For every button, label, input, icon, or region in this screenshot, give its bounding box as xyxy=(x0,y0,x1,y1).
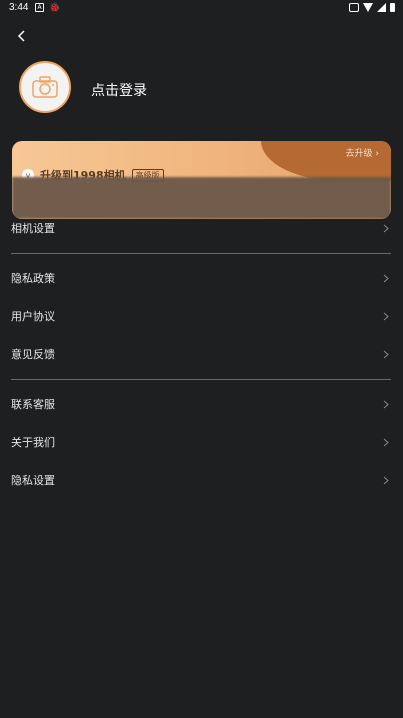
menu-label: 隐私设置 xyxy=(11,474,55,487)
menu-item-about-us[interactable]: 关于我们 xyxy=(0,423,403,461)
chevron-left-icon xyxy=(17,30,25,42)
upgrade-card[interactable]: 去升级 › v 升级到1998相机 高级版 xyxy=(12,141,391,219)
chevron-right-icon xyxy=(382,349,390,359)
bug-icon: 🐞 xyxy=(49,3,61,13)
menu-item-user-agreement[interactable]: 用户协议 xyxy=(0,297,403,335)
vibrate-icon xyxy=(349,3,359,12)
status-right-icons xyxy=(349,3,395,12)
battery-icon xyxy=(390,3,395,12)
menu-label: 关于我们 xyxy=(11,436,55,449)
wifi-icon xyxy=(363,3,373,12)
chevron-right-icon xyxy=(382,475,390,485)
chevron-right-icon xyxy=(382,223,390,233)
menu-item-camera-settings[interactable]: 相机设置 xyxy=(0,209,403,247)
signal-icon xyxy=(377,3,386,12)
back-button[interactable] xyxy=(12,26,32,46)
login-link[interactable]: 点击登录 xyxy=(91,80,147,100)
status-time: 3:44 xyxy=(9,2,29,13)
menu-item-feedback[interactable]: 意见反馈 xyxy=(0,335,403,373)
chevron-right-icon xyxy=(382,399,390,409)
menu-label: 用户协议 xyxy=(11,310,55,323)
chevron-right-icon xyxy=(382,311,390,321)
divider xyxy=(11,379,391,380)
menu-label: 意见反馈 xyxy=(11,348,55,361)
menu-item-privacy-settings[interactable]: 隐私设置 xyxy=(0,461,403,499)
menu-label: 相机设置 xyxy=(11,222,55,235)
notification-icon: A xyxy=(35,3,44,12)
menu-label: 联系客服 xyxy=(11,398,55,411)
upgrade-button[interactable]: 去升级 › xyxy=(346,146,379,159)
chevron-right-icon xyxy=(382,273,390,283)
camera-icon xyxy=(32,76,58,98)
menu-item-privacy-policy[interactable]: 隐私政策 xyxy=(0,259,403,297)
menu-item-contact-support[interactable]: 联系客服 xyxy=(0,385,403,423)
chevron-right-icon xyxy=(382,437,390,447)
status-notification-icons: A 🐞 xyxy=(35,3,60,13)
menu-label: 隐私政策 xyxy=(11,272,55,285)
status-bar: 3:44 A 🐞 xyxy=(0,0,403,17)
divider xyxy=(11,253,391,254)
avatar[interactable] xyxy=(19,61,71,113)
